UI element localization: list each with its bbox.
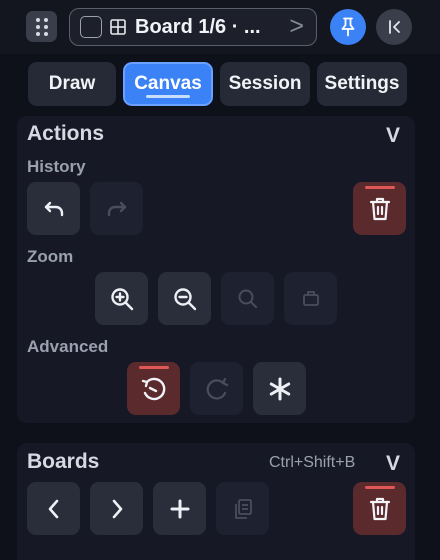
chevron-down-icon[interactable]: V [386, 124, 400, 148]
tab-label: Settings [324, 73, 400, 94]
tab-label: Session [228, 73, 302, 94]
rotate-button[interactable] [190, 362, 243, 415]
tab-canvas[interactable]: Canvas [123, 62, 213, 106]
delete-board-button[interactable] [353, 482, 406, 535]
chevron-down-icon[interactable]: V [386, 452, 400, 476]
plus-icon [170, 499, 189, 518]
zoom-in-icon [110, 287, 133, 310]
actions-title: Actions [27, 122, 105, 145]
collapse-panel-button[interactable] [376, 9, 412, 45]
asterisk-button[interactable] [253, 362, 306, 415]
redo-icon [107, 201, 126, 216]
tab-draw[interactable]: Draw [28, 62, 116, 106]
board-title: Board 1/6 · ... [135, 16, 261, 38]
danger-indicator [138, 366, 169, 369]
trash-icon [369, 197, 390, 220]
tab-label: Draw [48, 73, 96, 94]
active-tab-indicator [146, 95, 190, 98]
advanced-label: Advanced [27, 337, 109, 356]
danger-indicator [364, 486, 395, 489]
chevron-left-icon [48, 499, 58, 518]
fit-to-screen-button[interactable] [284, 272, 337, 325]
danger-indicator [364, 186, 395, 189]
drag-grid-icon [35, 17, 48, 36]
chevron-right-icon [112, 499, 122, 518]
reset-rotation-button[interactable] [127, 362, 180, 415]
duplicate-icon [234, 498, 252, 519]
zoom-reset-icon [238, 289, 257, 308]
grid-icon [110, 19, 126, 35]
zoom-label: Zoom [27, 247, 74, 266]
zoom-reset-button[interactable] [221, 272, 274, 325]
boards-shortcut: Ctrl+Shift+B [269, 454, 356, 471]
pin-icon [341, 17, 355, 37]
redo-button[interactable] [90, 182, 143, 235]
boards-title: Boards [27, 450, 100, 473]
clear-history-button[interactable] [353, 182, 406, 235]
undo-button[interactable] [27, 182, 80, 235]
zoom-out-icon [173, 287, 196, 310]
checkbox-icon[interactable] [80, 16, 102, 38]
chevron-right-icon[interactable]: > [289, 12, 304, 41]
asterisk-icon [269, 377, 290, 400]
pin-button[interactable] [330, 9, 366, 45]
fit-icon [302, 290, 319, 306]
tab-settings[interactable]: Settings [317, 62, 407, 106]
rotate-icon [206, 377, 228, 400]
trash-icon [369, 497, 390, 520]
zoom-in-button[interactable] [95, 272, 148, 325]
duplicate-board-button[interactable] [216, 482, 269, 535]
prev-board-button[interactable] [27, 482, 80, 535]
zoom-out-button[interactable] [158, 272, 211, 325]
add-board-button[interactable] [153, 482, 206, 535]
undo-icon [44, 201, 63, 216]
reset-rotate-icon [141, 377, 165, 400]
drag-handle[interactable] [26, 11, 57, 42]
board-selector[interactable]: Board 1/6 · ... > [69, 8, 317, 46]
history-label: History [27, 157, 86, 176]
collapse-panel-icon [389, 20, 400, 34]
tab-label: Canvas [134, 73, 202, 94]
tab-session[interactable]: Session [220, 62, 310, 106]
next-board-button[interactable] [90, 482, 143, 535]
